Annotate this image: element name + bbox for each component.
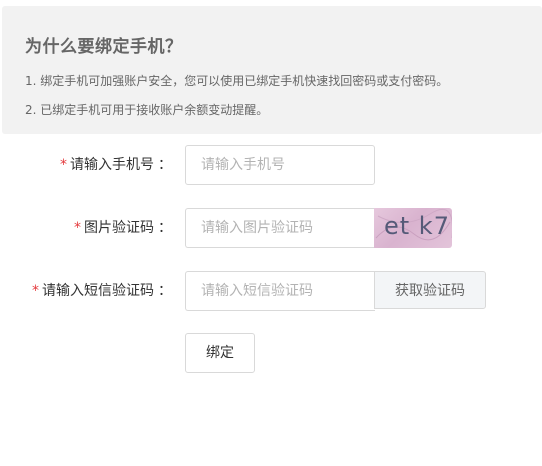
phone-input[interactable]: [185, 145, 375, 185]
image-code-label: * 图片验证码：: [74, 208, 172, 248]
image-code-input[interactable]: [185, 208, 375, 248]
notice-title: 为什么要绑定手机？: [25, 37, 183, 57]
captcha-text: et k7: [384, 212, 450, 240]
phone-row: * 请输入手机号：: [0, 145, 542, 185]
notice-line-1: 1. 绑定手机可加强账户安全，您可以使用已绑定手机快速找回密码或支付密码。: [25, 74, 449, 88]
notice-line-2: 2. 已绑定手机可用于接收账户余额变动提醒。: [25, 103, 269, 117]
phone-label: * 请输入手机号：: [60, 145, 172, 185]
sms-code-input[interactable]: [185, 271, 375, 311]
label-colon: ：: [158, 220, 172, 236]
captcha-image[interactable]: et k7: [374, 208, 452, 248]
sms-code-label: * 请输入短信验证码：: [32, 271, 172, 311]
sms-code-row: *请输入短信验证码： 获取验证码: [0, 271, 542, 311]
bind-phone-notice: 为什么要绑定手机？ 1. 绑定手机可加强账户安全，您可以使用已绑定手机快速找回密…: [2, 6, 542, 134]
bind-phone-page: 为什么要绑定手机？ 1. 绑定手机可加强账户安全，您可以使用已绑定手机快速找回密…: [0, 0, 542, 466]
image-code-label-text: 图片验证码: [84, 220, 154, 236]
image-code-row: *图片验证码： et k7: [0, 208, 542, 248]
required-mark: *: [60, 157, 67, 173]
required-mark: *: [32, 283, 39, 299]
get-sms-code-button[interactable]: 获取验证码: [374, 271, 486, 309]
sms-code-label-text: 请输入短信验证码: [42, 283, 154, 299]
label-colon: ：: [158, 283, 172, 299]
bind-button[interactable]: 绑定: [185, 333, 255, 373]
required-mark: *: [74, 220, 81, 236]
phone-label-text: 请输入手机号: [70, 157, 154, 173]
label-colon: ：: [158, 157, 172, 173]
